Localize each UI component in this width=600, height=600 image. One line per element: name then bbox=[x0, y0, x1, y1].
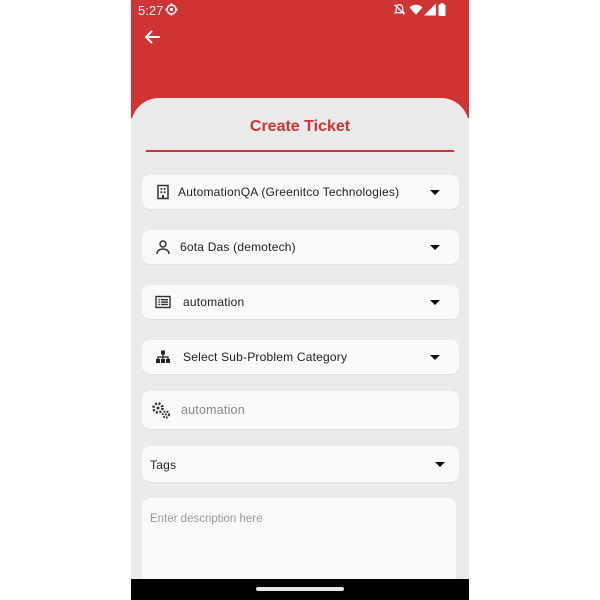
status-time: 5:27 bbox=[138, 3, 164, 18]
status-bar: 5:27 bbox=[131, 0, 469, 20]
list-icon bbox=[155, 295, 171, 309]
sub-problem-category-dropdown[interactable]: Select Sub-Problem Category bbox=[142, 340, 459, 374]
product-value: automation bbox=[181, 403, 245, 417]
navigation-bar bbox=[131, 579, 469, 600]
description-textarea[interactable]: Enter description here bbox=[142, 498, 456, 588]
battery-icon bbox=[438, 3, 446, 16]
tags-dropdown[interactable]: Tags bbox=[142, 446, 459, 482]
user-value: 6ota Das (demotech) bbox=[180, 240, 296, 254]
mute-icon bbox=[393, 4, 406, 15]
title-underline bbox=[146, 150, 454, 152]
person-icon bbox=[156, 240, 170, 255]
dropdown-arrow-icon bbox=[435, 462, 445, 467]
page-title: Create Ticket bbox=[249, 118, 351, 135]
product-field[interactable]: automation bbox=[142, 391, 459, 429]
problem-category-dropdown[interactable]: automation bbox=[142, 285, 459, 319]
wifi-icon bbox=[409, 4, 423, 15]
phone-screen: 5:27 Create Ticket AutomationQA (Greenit… bbox=[131, 0, 469, 600]
gears-icon bbox=[152, 402, 171, 419]
dropdown-arrow-icon bbox=[430, 190, 440, 195]
dropdown-arrow-icon bbox=[430, 300, 440, 305]
back-arrow-icon[interactable] bbox=[142, 27, 162, 47]
tags-label: Tags bbox=[150, 458, 177, 472]
dropdown-arrow-icon bbox=[430, 245, 440, 250]
user-dropdown[interactable]: 6ota Das (demotech) bbox=[142, 230, 459, 264]
settings-gear-icon bbox=[165, 3, 178, 16]
company-dropdown[interactable]: AutomationQA (Greenitco Technologies) bbox=[142, 175, 459, 209]
building-icon bbox=[157, 184, 169, 200]
description-placeholder: Enter description here bbox=[150, 513, 263, 525]
signal-icon bbox=[424, 3, 436, 16]
home-gesture-handle[interactable] bbox=[256, 587, 344, 591]
problem-category-value: automation bbox=[183, 295, 245, 309]
dropdown-arrow-icon bbox=[430, 355, 440, 360]
sub-problem-category-value: Select Sub-Problem Category bbox=[183, 350, 348, 364]
hierarchy-icon bbox=[156, 350, 170, 363]
company-value: AutomationQA (Greenitco Technologies) bbox=[178, 185, 400, 199]
